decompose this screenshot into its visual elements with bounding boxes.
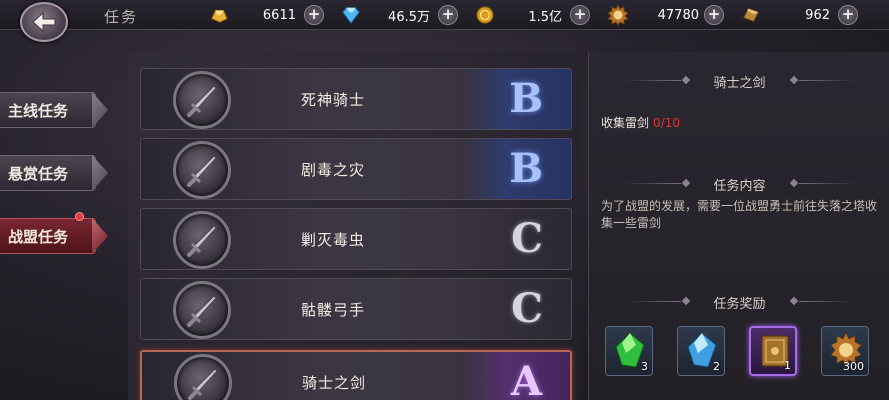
gold-coin-value: 1.5亿	[528, 9, 562, 25]
quest-medal	[173, 281, 231, 339]
quest-name: 剿灭毒虫	[301, 231, 366, 249]
quest-grade: B	[509, 145, 543, 192]
sword-icon	[188, 368, 218, 400]
reward-quantity: 3	[641, 360, 648, 373]
content-section-title: 任务内容	[713, 179, 766, 194]
grade-area: C	[461, 209, 571, 269]
notification-dot	[75, 212, 84, 221]
tab-main-quest[interactable]: 主线任务	[0, 90, 110, 130]
quest-goal: 收集雷剑 0/10	[601, 114, 680, 131]
reward-quantity: 1	[784, 359, 791, 372]
page-title: 任务	[104, 8, 139, 26]
quest-detail-title: 骑士之剑	[713, 76, 766, 91]
divider	[799, 80, 855, 81]
divider	[799, 301, 855, 302]
sword-icon	[187, 295, 217, 327]
reward-section-title: 任务奖励	[713, 297, 766, 312]
tab-label: 悬赏任务	[0, 155, 96, 191]
quest-grade: A	[510, 358, 542, 400]
honor-medal-icon	[607, 4, 629, 26]
reward-quantity: 300	[843, 360, 864, 373]
resource-bronze-ingot: 962	[740, 3, 832, 27]
blue-diamond-icon	[340, 4, 362, 26]
add-diamond-button[interactable]: +	[438, 5, 458, 25]
quest-name: 剧毒之灾	[301, 161, 366, 179]
add-gold-coin-button[interactable]: +	[570, 5, 590, 25]
quest-list: 死神骑士 B 剧毒之灾 B 剿灭毒虫 C 骷髅弓手 C 骑士之剑 A	[128, 52, 582, 400]
reward-item[interactable]: 1	[749, 326, 797, 376]
quest-row[interactable]: 剧毒之灾 B	[140, 138, 572, 200]
quest-description: 为了战盟的发展，需要一位战盟勇士前往失落之塔收集一些雷剑	[601, 199, 878, 230]
grade-area: C	[461, 279, 571, 339]
divider	[799, 183, 855, 184]
quest-medal	[174, 354, 232, 400]
honor-value: 47780	[657, 7, 699, 23]
quest-grade: C	[511, 215, 543, 262]
gold-ingot-icon	[208, 4, 230, 26]
reward-item[interactable]: 300	[821, 326, 869, 376]
quest-medal	[173, 141, 231, 199]
grade-area: A	[460, 352, 570, 400]
grade-area: B	[461, 139, 571, 199]
resource-diamond: 46.5万	[340, 3, 432, 27]
quest-row[interactable]: 死神骑士 B	[140, 68, 572, 130]
tab-alliance-quest[interactable]: 战盟任务	[0, 212, 110, 256]
tab-cap	[92, 92, 108, 128]
grade-area: B	[461, 69, 571, 129]
quest-grade: C	[511, 285, 543, 332]
quest-medal	[173, 71, 231, 129]
back-button[interactable]	[20, 2, 68, 42]
sword-icon	[187, 225, 217, 257]
quest-name: 骑士之剑	[302, 374, 367, 392]
diamond-value: 46.5万	[388, 9, 430, 25]
quest-detail-panel: 骑士之剑 收集雷剑 0/10 任务内容 为了战盟的发展，需要一位战盟勇士前往失落之…	[588, 52, 889, 400]
reward-quantity: 2	[713, 360, 720, 373]
quest-name: 骷髅弓手	[301, 301, 366, 319]
tab-cap	[92, 155, 108, 191]
reward-item[interactable]: 3	[605, 326, 653, 376]
quest-name: 死神骑士	[301, 91, 366, 109]
bronze-ingot-icon	[740, 4, 762, 26]
gold-coin-icon	[474, 4, 496, 26]
sword-icon	[187, 85, 217, 117]
quest-row[interactable]: 骷髅弓手 C	[140, 278, 572, 340]
reward-item[interactable]: 2	[677, 326, 725, 376]
goal-progress: 0/10	[653, 116, 680, 130]
tab-bounty-quest[interactable]: 悬赏任务	[0, 153, 110, 193]
bronze-ingot-value: 962	[805, 7, 830, 23]
gold-ingot-value: 6611	[262, 7, 296, 23]
resource-gold-ingot: 6611	[208, 3, 298, 27]
tab-label: 主线任务	[0, 92, 96, 128]
goal-label: 收集雷剑	[601, 116, 650, 130]
quest-row-selected[interactable]: 骑士之剑 A	[140, 350, 572, 400]
tab-cap	[92, 218, 108, 254]
tab-label: 战盟任务	[0, 218, 96, 254]
resource-gold-coin: 1.5亿	[474, 3, 566, 27]
quest-grade: B	[509, 75, 543, 122]
resource-honor: 47780	[607, 3, 699, 27]
quest-row[interactable]: 剿灭毒虫 C	[140, 208, 572, 270]
add-bronze-ingot-button[interactable]: +	[838, 5, 858, 25]
sword-icon	[187, 155, 217, 187]
top-bar: 任务 6611 + 46.5万 + 1.5亿 + 47780 + 962 +	[0, 0, 889, 30]
back-arrow-icon	[32, 11, 56, 33]
add-gold-ingot-button[interactable]: +	[304, 5, 324, 25]
add-honor-button[interactable]: +	[704, 5, 724, 25]
quest-medal	[173, 211, 231, 269]
